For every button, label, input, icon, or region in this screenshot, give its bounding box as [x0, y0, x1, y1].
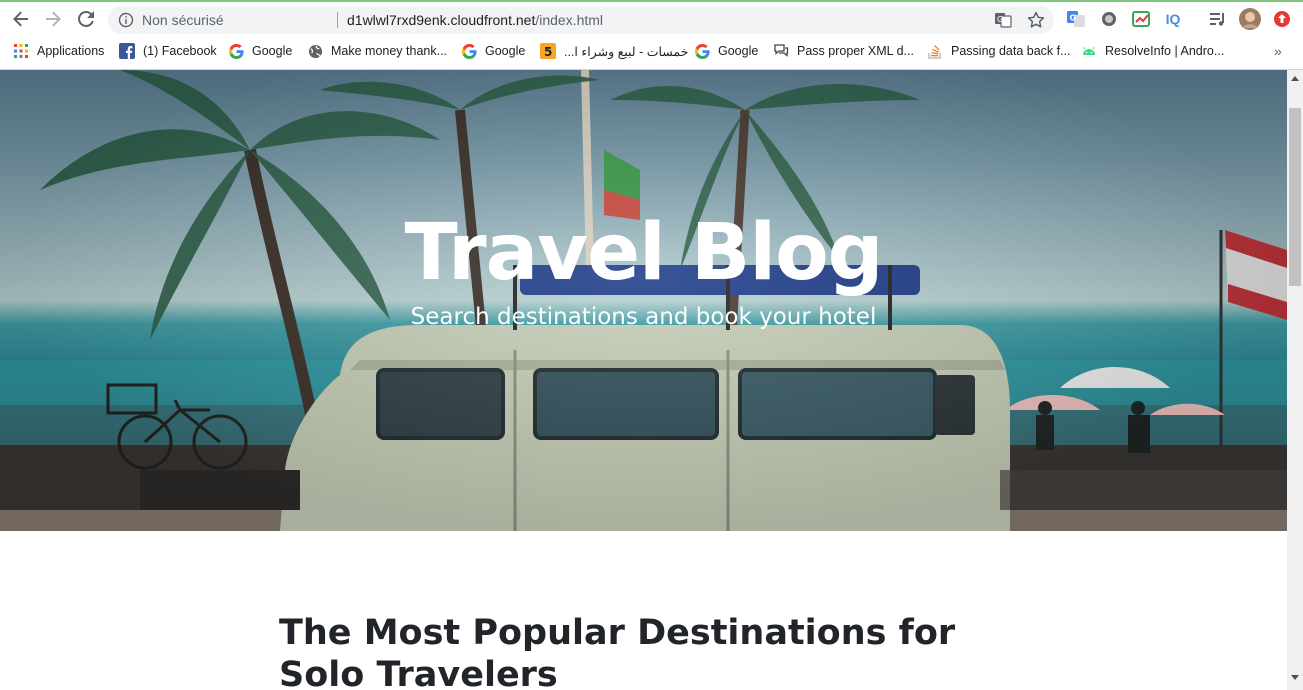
forward-button[interactable]: [41, 7, 65, 31]
chat-icon: [773, 43, 789, 59]
address-bar[interactable]: Non sécurisé d1wlwl7rxd9enk.cloudfront.n…: [108, 6, 1054, 34]
url-path: /index.html: [535, 12, 604, 28]
android-icon: [1081, 43, 1097, 59]
google-icon: [694, 43, 710, 59]
circle-extension[interactable]: [1099, 9, 1119, 29]
chart-extension[interactable]: [1131, 9, 1151, 29]
back-button[interactable]: [9, 7, 33, 31]
url-text[interactable]: d1wlwl7rxd9enk.cloudfront.net/index.html: [347, 12, 603, 28]
scroll-up-button[interactable]: [1287, 70, 1303, 86]
bookmark-pass-xml[interactable]: Pass proper XML d...: [773, 41, 914, 61]
google-icon: [228, 43, 244, 59]
svg-text:G: G: [1070, 14, 1077, 23]
bookmark-label: Pass proper XML d...: [797, 44, 914, 58]
apps-grid-icon: [13, 43, 29, 59]
svg-text:G: G: [997, 15, 1003, 24]
bookmark-make-money[interactable]: Make money thank...: [307, 41, 447, 61]
bookmark-label: Passing data back f...: [951, 44, 1071, 58]
caret-up-icon: [1291, 76, 1299, 81]
double-chevron-icon: »: [1274, 43, 1282, 59]
browser-toolbar: Non sécurisé d1wlwl7rxd9enk.cloudfront.n…: [0, 2, 1303, 36]
stackoverflow-icon: [927, 43, 943, 59]
circle-extension-icon: [1102, 12, 1116, 26]
avatar-icon: [1239, 8, 1261, 30]
hero-banner: Travel Blog Search destinations and book…: [0, 70, 1287, 531]
bookmarks-overflow-button[interactable]: »: [1274, 41, 1282, 61]
globe-icon: [307, 43, 323, 59]
facebook-icon: [119, 43, 135, 59]
bookmark-resolveinfo[interactable]: ResolveInfo | Andro...: [1081, 41, 1224, 61]
bookmark-khamsat[interactable]: 5 خمسات - لبيع وشراء ا...: [540, 41, 688, 61]
caret-down-icon: [1291, 675, 1299, 680]
translate-icon[interactable]: G: [994, 12, 1012, 28]
reload-icon: [78, 10, 94, 27]
bookmark-google-2[interactable]: Google: [461, 41, 525, 61]
playlist-extension[interactable]: [1207, 9, 1227, 29]
google-icon: [461, 43, 477, 59]
scroll-down-button[interactable]: [1287, 670, 1303, 686]
bookmark-label: خمسات - لبيع وشراء ا...: [564, 44, 689, 59]
url-host: d1wlwl7rxd9enk.cloudfront.net: [347, 12, 536, 28]
playlist-icon: [1210, 13, 1224, 26]
upload-alert-icon: [1274, 11, 1290, 27]
bookmark-star-icon[interactable]: [1026, 10, 1046, 30]
bookmark-applications[interactable]: Applications: [13, 41, 104, 61]
bookmark-passing-data[interactable]: Passing data back f...: [927, 41, 1071, 61]
browser-chrome: Non sécurisé d1wlwl7rxd9enk.cloudfront.n…: [0, 0, 1303, 70]
arrow-left-icon: [13, 11, 28, 27]
bookmark-label: Google: [718, 44, 759, 58]
bookmark-google-3[interactable]: Google: [694, 41, 758, 61]
bookmark-facebook[interactable]: (1) Facebook: [119, 41, 217, 61]
google-translate-extension[interactable]: G: [1066, 9, 1086, 29]
address-separator: [337, 12, 338, 28]
article-title[interactable]: The Most Popular Destinations for Solo T…: [279, 612, 1039, 690]
bookmark-label: ResolveInfo | Andro...: [1105, 44, 1225, 58]
arrow-right-icon: [46, 11, 61, 27]
hero-subtitle: Search destinations and book your hotel: [410, 304, 877, 330]
translate-extension-icon: G: [1067, 11, 1085, 27]
scroll-thumb[interactable]: [1289, 108, 1301, 286]
vertical-scrollbar[interactable]: [1287, 70, 1303, 690]
hero-title: Travel Blog: [404, 208, 884, 298]
iq-extension[interactable]: IQ: [1163, 9, 1183, 29]
info-icon[interactable]: [118, 12, 134, 28]
bookmark-google-1[interactable]: Google: [228, 41, 292, 61]
alert-extension[interactable]: [1272, 9, 1292, 29]
bookmark-label: Google: [252, 44, 293, 58]
bookmark-label: (1) Facebook: [143, 44, 217, 58]
profile-avatar[interactable]: [1239, 8, 1261, 30]
bookmark-label: Applications: [37, 44, 105, 58]
iq-extension-label: IQ: [1165, 11, 1181, 27]
svg-text:5: 5: [544, 45, 552, 59]
bookmarks-bar: Applications (1) Facebook Google Make mo…: [0, 37, 1303, 65]
reload-button[interactable]: [74, 7, 98, 31]
bookmark-label: Make money thank...: [331, 44, 448, 58]
page-viewport: Travel Blog Search destinations and book…: [0, 70, 1287, 690]
hero-overlay: [0, 70, 1287, 531]
khamsat-icon: 5: [540, 43, 556, 59]
chart-extension-icon: [1132, 11, 1150, 27]
security-label: Non sécurisé: [142, 12, 224, 28]
bookmark-label: Google: [485, 44, 526, 58]
